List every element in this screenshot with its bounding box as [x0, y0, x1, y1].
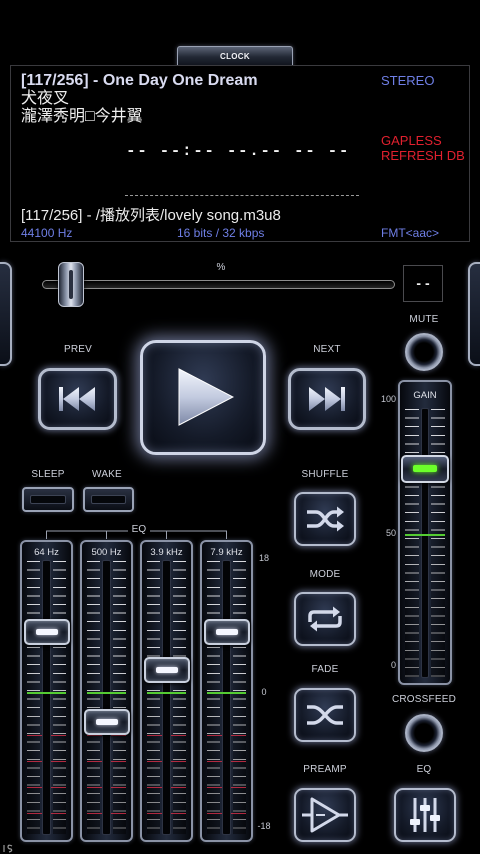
- eq-scale-max: 18: [258, 553, 269, 563]
- eq-band-3-9khz[interactable]: 3.9 kHz: [140, 540, 193, 842]
- eq-scale-min: -18: [257, 821, 271, 831]
- eq-zero-line: [27, 692, 66, 694]
- gain-label: GAIN: [413, 390, 437, 401]
- eq-band-500hz[interactable]: 500 Hz: [80, 540, 133, 842]
- eq-knob-indicator: [95, 718, 118, 725]
- eq-button-label: EQ: [416, 764, 432, 775]
- skip-forward-icon: [309, 387, 345, 411]
- next-label: NEXT: [313, 344, 341, 355]
- time-readout: -- --:-- --.-- -- --: [126, 142, 351, 160]
- eq-slider-knob[interactable]: [203, 619, 250, 646]
- eq-knob-indicator: [155, 666, 178, 673]
- eq-slider-knob[interactable]: [143, 656, 190, 683]
- preamp-label: PREAMP: [303, 764, 347, 775]
- left-edge-button[interactable]: [0, 262, 12, 366]
- amplifier-icon: [302, 797, 348, 833]
- sleep-label: SLEEP: [31, 469, 65, 480]
- seek-track[interactable]: [42, 280, 395, 289]
- refresh-db-indicator: REFRESH DB: [381, 148, 465, 163]
- eq-button[interactable]: [394, 788, 456, 842]
- eq-slider-groove: [102, 560, 111, 835]
- sleep-button[interactable]: [22, 487, 74, 512]
- bit-info: 16 bits / 32 kbps: [177, 226, 265, 240]
- mute-button[interactable]: [405, 333, 443, 371]
- seek-knob[interactable]: [58, 262, 84, 307]
- eq-knob-indicator: [215, 629, 238, 636]
- mute-label: MUTE: [409, 314, 439, 325]
- crossfeed-button[interactable]: [405, 714, 443, 752]
- gain-slider[interactable]: GAIN: [398, 380, 452, 685]
- crossfeed-label: CROSSFEED: [391, 694, 457, 705]
- display-divider: [125, 195, 359, 196]
- eq-knob-indicator: [35, 629, 58, 636]
- shuffle-icon: [307, 506, 344, 532]
- gain-scale-max: 100: [380, 394, 396, 404]
- eq-slider-groove: [222, 560, 231, 835]
- gain-knob-indicator: [413, 465, 437, 473]
- eq-slider-groove: [42, 560, 51, 835]
- equalizer-icon: [410, 798, 440, 832]
- shuffle-button[interactable]: [294, 492, 356, 546]
- eq-band-label: 64 Hz: [34, 547, 59, 558]
- eq-group-label: EQ: [128, 524, 150, 536]
- gain-slider-groove: [421, 408, 429, 678]
- progress-unit-label: %: [216, 262, 226, 273]
- eq-band-label: 3.9 kHz: [150, 547, 183, 558]
- eq-band-64hz[interactable]: 64 Hz: [20, 540, 73, 842]
- sample-rate: 44100 Hz: [21, 226, 73, 240]
- eq-slider-knob[interactable]: [23, 619, 70, 646]
- eq-slider-groove: [162, 560, 171, 835]
- gain-scale-min: 0: [390, 660, 396, 670]
- prev-label: PREV: [63, 344, 93, 355]
- sleep-button-slot: [30, 495, 66, 504]
- gain-tick-scale: [405, 409, 419, 677]
- play-icon: [178, 368, 234, 426]
- track-artist: 犬夜叉: [21, 90, 70, 107]
- right-edge-button[interactable]: [468, 262, 480, 366]
- eq-zero-line: [87, 692, 126, 694]
- mode-label: MODE: [309, 569, 341, 580]
- skip-back-icon: [59, 387, 95, 411]
- position-readout: - -: [403, 265, 443, 302]
- shuffle-label: SHUFFLE: [301, 469, 349, 480]
- eq-zero-line: [207, 692, 246, 694]
- repeat-mode-button[interactable]: [294, 592, 356, 646]
- corner-status-icon: [3, 844, 13, 853]
- gain-scale-mid: 50: [385, 528, 396, 538]
- gapless-indicator: GAPLESS: [381, 133, 442, 148]
- preamp-button[interactable]: [294, 788, 356, 842]
- playlist-path: [117/256] - /播放列表/lovely song.m3u8: [21, 207, 281, 224]
- eq-zero-line: [147, 692, 186, 694]
- next-button[interactable]: [288, 368, 366, 430]
- prev-button[interactable]: [38, 368, 117, 430]
- format-info: FMT<aac>: [381, 226, 440, 240]
- gain-mid-line: [405, 534, 445, 536]
- gain-slider-knob[interactable]: [401, 455, 449, 484]
- track-album: 瀧澤秀明□今井翼: [21, 108, 143, 125]
- wake-button[interactable]: [83, 487, 134, 512]
- eq-band-7-9khz[interactable]: 7.9 kHz: [200, 540, 253, 842]
- wake-button-slot: [91, 495, 126, 504]
- gain-tick-scale: [431, 409, 445, 677]
- eq-band-label: 7.9 kHz: [210, 547, 243, 558]
- channel-mode: STEREO: [381, 73, 435, 88]
- track-info-display[interactable]: [117/256] - One Day One Dream 犬夜叉 瀧澤秀明□今…: [10, 65, 470, 242]
- fade-label: FADE: [311, 664, 339, 675]
- track-title: [117/256] - One Day One Dream: [21, 72, 258, 89]
- eq-band-label: 500 Hz: [91, 547, 122, 558]
- eq-scale-zero: 0: [261, 687, 267, 697]
- play-button[interactable]: [140, 340, 266, 455]
- repeat-icon: [308, 606, 342, 632]
- eq-slider-knob[interactable]: [83, 708, 130, 735]
- fade-button[interactable]: [294, 688, 356, 742]
- crossfade-icon: [307, 705, 343, 725]
- seek-knob-grip: [69, 270, 73, 299]
- wake-label: WAKE: [92, 469, 122, 480]
